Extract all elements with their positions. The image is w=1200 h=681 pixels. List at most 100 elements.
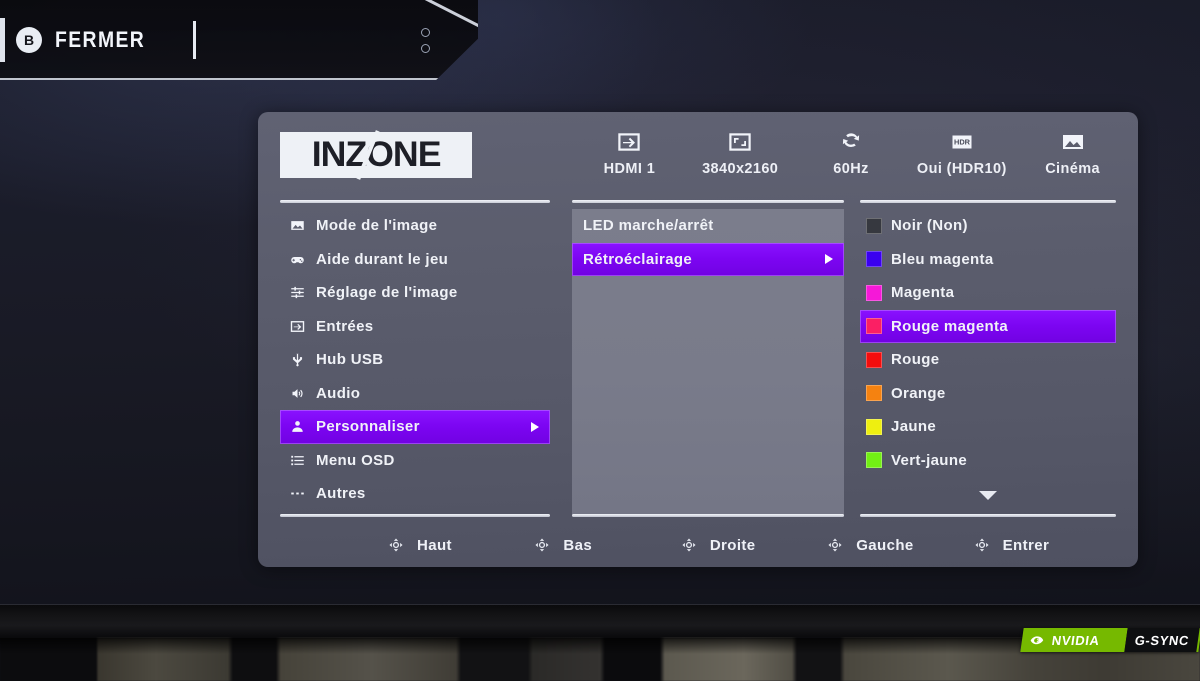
divider-top-left <box>280 200 550 203</box>
color-option-rouge[interactable]: Rouge <box>860 343 1116 377</box>
menu-item-label: Hub USB <box>316 351 384 369</box>
gsync-label: G-SYNC <box>1133 632 1191 648</box>
chevron-right-icon <box>531 421 539 432</box>
color-swatch <box>866 452 882 469</box>
divider-top-mid <box>572 200 844 203</box>
color-option-label: Vert-jaune <box>891 451 968 469</box>
input-icon <box>290 320 304 332</box>
color-option-bleu-magenta[interactable]: Bleu magenta <box>860 243 1116 277</box>
picture-icon <box>286 218 308 234</box>
monitor-bottom-bezel <box>0 604 1200 638</box>
status-label: Cinéma <box>1045 161 1100 177</box>
nav-hint-entrer[interactable]: Entrer <box>974 537 1120 554</box>
joystick-icon <box>828 538 842 552</box>
nav-hint-label: Droite <box>709 536 756 554</box>
osd-window: INZONE HDMI 1 3840x2160 60Hz HDR Oui (HDR10)… <box>258 112 1138 567</box>
nav-hint-bas[interactable]: Bas <box>534 537 680 554</box>
input-arrow-icon <box>618 133 641 151</box>
color-option-vert-jaune[interactable]: Vert-jaune <box>860 444 1116 478</box>
color-swatch <box>866 351 882 368</box>
color-option-noir-non[interactable]: Noir (Non) <box>860 209 1116 243</box>
sliders-icon <box>290 287 304 299</box>
color-swatch <box>866 251 882 268</box>
ellipsis-icon <box>286 486 308 502</box>
usb-icon <box>286 352 308 368</box>
status-item-1: HDMI 1 <box>574 130 685 177</box>
menu-item-aide-durant-le-jeu[interactable]: Aide durant le jeu <box>280 243 550 277</box>
menu-item-personnaliser[interactable]: Personnaliser <box>280 410 550 444</box>
color-option-label: Noir (Non) <box>891 217 968 235</box>
submenu-item-label: LED marche/arrêt <box>583 217 714 235</box>
menu-item-entr-es[interactable]: Entrées <box>280 310 550 344</box>
input-icon <box>286 318 308 334</box>
status-item-2: 3840x2160 <box>685 130 796 177</box>
nav-hint-haut[interactable]: Haut <box>388 537 534 554</box>
svg-text:HDR: HDR <box>954 138 971 147</box>
picture-icon <box>290 221 304 231</box>
menu-item-menu-osd[interactable]: Menu OSD <box>280 444 550 478</box>
nav-hint-gauche[interactable]: Gauche <box>827 537 973 554</box>
submenu-item-led-marche-arr-t[interactable]: LED marche/arrêt <box>572 209 844 243</box>
divider-bottom-mid <box>572 514 844 517</box>
color-swatch <box>866 284 882 301</box>
status-label: HDMI 1 <box>603 161 656 177</box>
color-option-magenta[interactable]: Magenta <box>860 276 1116 310</box>
b-button-icon[interactable]: B <box>16 27 42 53</box>
close-label: FERMER <box>55 27 146 52</box>
color-swatch <box>866 217 882 234</box>
banner-divider <box>192 21 196 59</box>
navigation-hints: Haut Bas Droite Gauche Entrer <box>388 528 1120 562</box>
color-option-label: Rouge <box>891 351 940 369</box>
color-option-orange[interactable]: Orange <box>860 377 1116 411</box>
color-option-label: Orange <box>891 384 946 402</box>
person-icon <box>286 419 308 435</box>
status-strip: HDMI 1 3840x2160 60Hz HDR Oui (HDR10) Cinéma <box>574 130 1128 202</box>
nav-hint-label: Entrer <box>1002 536 1050 554</box>
status-item-4: HDR Oui (HDR10) <box>906 130 1017 177</box>
menu-item-r-glage-de-l-image[interactable]: Réglage de l'image <box>280 276 550 310</box>
close-action[interactable]: B FERMER <box>16 20 196 60</box>
submenu-item-r-tro-clairage[interactable]: Rétroéclairage <box>572 242 844 276</box>
divider-top-right <box>860 200 1116 203</box>
refresh-rate-icon <box>842 133 860 148</box>
banner-left-tick <box>0 18 5 62</box>
joystick-icon <box>682 538 696 552</box>
color-option-rouge-magenta[interactable]: Rouge magenta <box>860 309 1116 343</box>
nav-hint-label: Bas <box>563 536 593 554</box>
joystick-icon <box>535 538 549 552</box>
color-option-label: Jaune <box>891 418 937 436</box>
resolution-icon <box>729 133 751 151</box>
color-option-label: Bleu magenta <box>891 250 994 268</box>
nav-hint-droite[interactable]: Droite <box>681 537 827 554</box>
gamepad-icon <box>290 256 304 263</box>
inzone-logo-text: INZONE <box>311 135 442 174</box>
list-icon <box>286 452 308 468</box>
submenu-item-label: Rétroéclairage <box>583 250 693 268</box>
color-swatch <box>866 385 882 402</box>
menu-item-label: Personnaliser <box>316 418 420 436</box>
banner-dot-top <box>421 28 430 37</box>
picture-mode-icon <box>1062 135 1083 149</box>
ellipsis-icon <box>290 492 304 495</box>
list-icon <box>290 455 304 465</box>
divider-bottom-left <box>280 514 550 517</box>
nvidia-gsync-sticker: NVIDIA G-SYNC <box>1020 628 1200 652</box>
menu-item-label: Aide durant le jeu <box>316 250 449 268</box>
nvidia-label: NVIDIA <box>1050 632 1101 648</box>
menu-item-label: Entrées <box>316 317 374 335</box>
menu-item-label: Réglage de l'image <box>316 284 458 302</box>
menu-item-mode-de-l-image[interactable]: Mode de l'image <box>280 209 550 243</box>
color-option-label: Rouge magenta <box>891 317 1009 335</box>
chevron-right-icon <box>825 254 833 265</box>
nvidia-badge: NVIDIA <box>1020 628 1128 652</box>
sliders-icon <box>286 285 308 301</box>
scroll-down-chevron-icon[interactable] <box>860 491 1116 500</box>
menu-item-autres[interactable]: Autres <box>280 477 550 511</box>
menu-item-audio[interactable]: Audio <box>280 377 550 411</box>
color-option-label: Magenta <box>891 284 955 302</box>
joystick-icon <box>975 538 989 552</box>
color-swatch <box>866 418 882 435</box>
gamepad-icon <box>286 251 308 267</box>
menu-item-hub-usb[interactable]: Hub USB <box>280 343 550 377</box>
color-option-jaune[interactable]: Jaune <box>860 410 1116 444</box>
